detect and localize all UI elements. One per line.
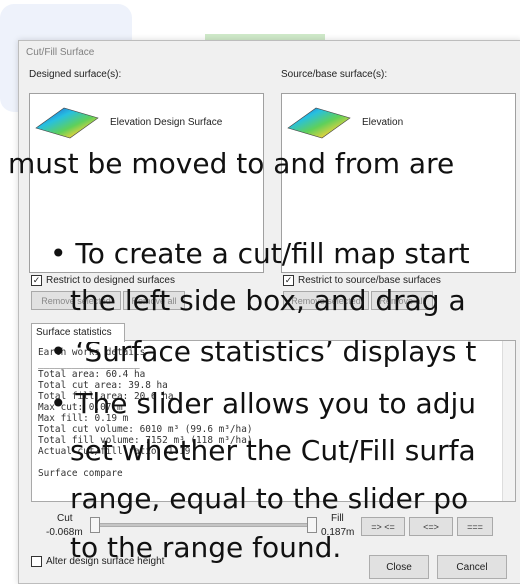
statistics-scrollbar[interactable] (502, 341, 515, 501)
cut-fill-slider-track[interactable] (96, 523, 312, 527)
fill-value: 0.187m (321, 527, 355, 538)
cut-label: Cut (57, 513, 73, 524)
tab-surface-statistics[interactable]: Surface statistics (31, 323, 125, 342)
check-icon: ✓ (283, 275, 294, 286)
designed-remove-selected-button[interactable]: Remove selected (31, 291, 121, 310)
designed-surfaces-label: Designed surface(s): (29, 69, 122, 80)
designed-surface-item[interactable]: Elevation Design Surface (34, 104, 222, 140)
restrict-source-checkbox[interactable]: ✓ Restrict to source/base surfaces (283, 275, 441, 286)
surface-thumbnail-icon (287, 107, 351, 139)
check-icon: ✓ (31, 275, 42, 286)
alter-height-checkbox[interactable]: Alter design surface height (31, 556, 164, 567)
surface-thumbnail-icon (35, 107, 99, 139)
restrict-designed-label: Restrict to designed surfaces (46, 275, 175, 286)
source-surfaces-label: Source/base surface(s): (281, 69, 388, 80)
surface-statistics-panel: Earth works details __________________ T… (31, 340, 516, 502)
restrict-source-label: Restrict to source/base surfaces (298, 275, 441, 286)
cut-slider-thumb[interactable] (90, 517, 100, 533)
designed-surface-name: Elevation Design Surface (110, 116, 223, 128)
range-button-outward[interactable]: <=> (409, 517, 453, 536)
source-surfaces-list[interactable]: Elevation (281, 93, 516, 273)
fill-label: Fill (331, 513, 344, 524)
cut-value: -0.068m (46, 527, 83, 538)
source-surface-name: Elevation (362, 116, 404, 128)
dialog-title: Cut/Fill Surface (26, 47, 95, 58)
designed-surfaces-list[interactable]: Elevation Design Surface (29, 93, 264, 273)
alter-height-label: Alter design surface height (46, 556, 165, 567)
range-button-equal[interactable]: === (457, 517, 493, 536)
source-remove-all-button[interactable]: Remove all (371, 291, 433, 310)
source-remove-selected-button[interactable]: Remove selected (283, 291, 369, 310)
restrict-designed-checkbox[interactable]: ✓ Restrict to designed surfaces (31, 275, 175, 286)
checkbox-icon (31, 556, 42, 567)
designed-remove-all-button[interactable]: Remove all (123, 291, 185, 310)
statistics-text: Earth works details __________________ T… (38, 347, 253, 479)
range-button-inward[interactable]: => <= (361, 517, 405, 536)
fill-slider-thumb[interactable] (307, 517, 317, 533)
close-button[interactable]: Close (369, 555, 429, 579)
cut-fill-dialog: Cut/Fill Surface Designed surface(s): So… (18, 40, 520, 584)
source-surface-item[interactable]: Elevation (286, 104, 403, 140)
cancel-button[interactable]: Cancel (437, 555, 507, 579)
